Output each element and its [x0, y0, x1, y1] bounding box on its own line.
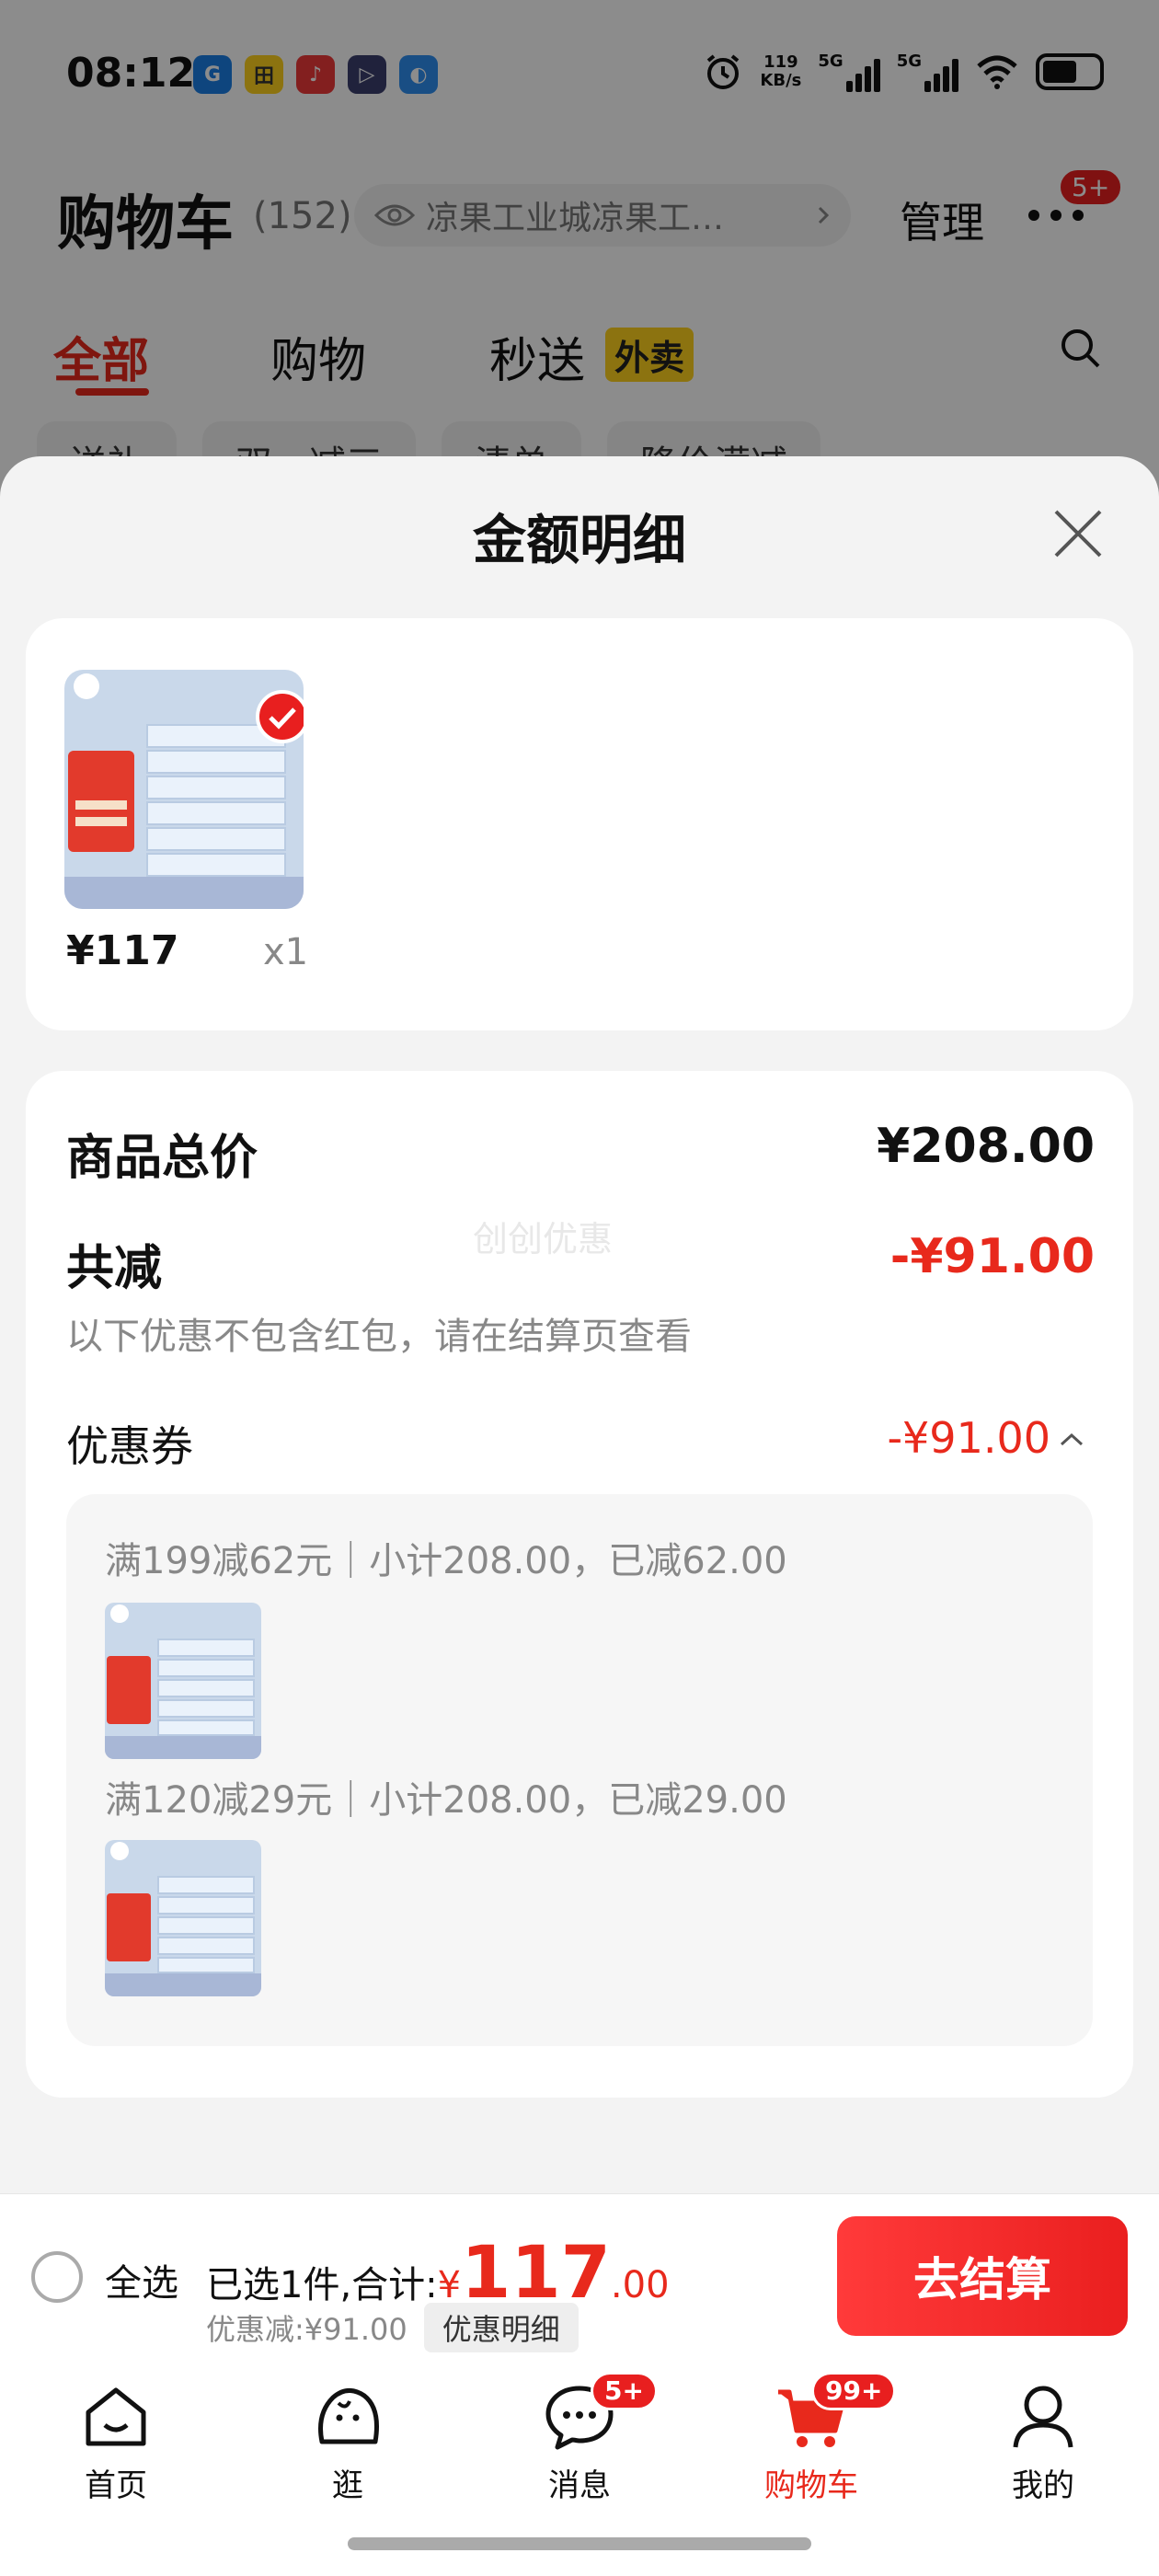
checked-icon [256, 690, 304, 743]
nav-profile[interactable]: 我的 [951, 2377, 1135, 2505]
coupon-rule: 满199减62元｜小计208.00，已减62.00 [105, 1540, 787, 1582]
nav-cart[interactable]: 购物车 99+ [719, 2372, 903, 2505]
select-all-checkbox[interactable] [31, 2251, 83, 2303]
nav-browse[interactable]: 逛 [256, 2377, 440, 2505]
coupon-value[interactable]: -¥91.00 [887, 1413, 1050, 1463]
tissue-product-image [105, 1840, 261, 1996]
coupon-list: 满199减62元｜小计208.00，已减62.00 满120减29元｜小计208… [66, 1494, 1093, 2046]
coupon-product-thumbnail[interactable] [105, 1840, 261, 1996]
selected-prefix: 已选1件,合计: [206, 2264, 438, 2306]
nav-messages[interactable]: 消息 5+ [488, 2372, 671, 2505]
coupon-product-thumbnail[interactable] [105, 1603, 261, 1759]
total-amount-integer: 117 [461, 2232, 611, 2315]
profile-icon [1013, 2386, 1073, 2448]
item-price: ¥117 [66, 927, 179, 974]
tissue-product-image [105, 1603, 261, 1759]
watermark: 创创优惠 [473, 1219, 614, 1259]
discount-summary: 优惠减:¥91.00 优惠明细 [206, 2303, 579, 2352]
coupon-label: 优惠券 [66, 1421, 193, 1471]
nav-label: 逛 [332, 2467, 363, 2504]
cart-badge: 99+ [811, 2372, 897, 2410]
nav-label: 购物车 [764, 2467, 858, 2504]
selected-summary: 已选1件,合计: ¥ 117 .00 [206, 2232, 670, 2315]
nav-home[interactable]: 首页 [24, 2377, 208, 2505]
select-all-label[interactable]: 全选 [105, 2253, 178, 2306]
total-price-label: 商品总价 [66, 1131, 258, 1186]
item-quantity: x1 [263, 931, 309, 973]
discount-text: 优惠减:¥91.00 [206, 2312, 407, 2347]
coupon-rule: 满120减29元｜小计208.00，已减29.00 [105, 1779, 787, 1822]
total-price-value: ¥208.00 [877, 1119, 1095, 1174]
selected-items-card: ¥117 x1 [26, 618, 1133, 1030]
total-reduction-label: 共减 [66, 1241, 163, 1296]
nav-label: 消息 [548, 2467, 611, 2504]
nav-label: 我的 [1012, 2467, 1074, 2504]
sheet-title: 金额明细 [472, 509, 686, 571]
reduction-note: 以下优惠不包含红包，请在结算页查看 [66, 1316, 692, 1358]
product-thumbnail[interactable] [64, 670, 304, 909]
messages-badge: 5+ [591, 2372, 658, 2410]
total-reduction-value: -¥91.00 [889, 1229, 1095, 1284]
checkout-button[interactable]: 去结算 [837, 2216, 1128, 2336]
home-icon [86, 2387, 146, 2446]
close-icon[interactable] [1049, 504, 1107, 563]
currency-symbol: ¥ [437, 2264, 462, 2306]
nav-label: 首页 [85, 2467, 147, 2504]
price-breakdown-card: 商品总价 ¥208.00 创创优惠 共减 -¥91.00 以下优惠不包含红包，请… [26, 1071, 1133, 2098]
chevron-up-icon[interactable] [1058, 1426, 1085, 1454]
checkout-bar: 全选 已选1件,合计: ¥ 117 .00 优惠减:¥91.00 优惠明细 去结… [0, 2193, 1159, 2355]
browse-icon [318, 2388, 379, 2444]
discount-detail-button[interactable]: 优惠明细 [423, 2303, 579, 2352]
total-amount-decimal: .00 [610, 2264, 670, 2306]
home-indicator[interactable] [348, 2537, 811, 2550]
